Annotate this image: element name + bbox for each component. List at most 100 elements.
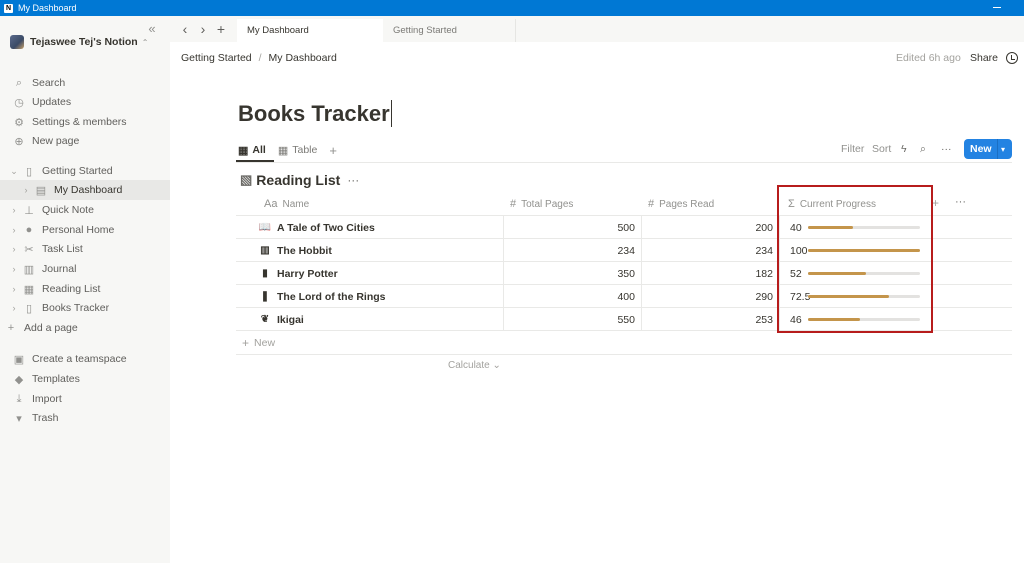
more-options-icon[interactable]: ··· bbox=[955, 196, 966, 208]
book-name: A Tale of Two Cities bbox=[277, 221, 375, 234]
gear-icon: ⚙ bbox=[14, 116, 24, 129]
cell-name[interactable]: ▥ The Hobbit bbox=[236, 239, 503, 262]
chevron-right-icon[interactable]: › bbox=[8, 284, 20, 294]
automation-bolt-icon[interactable]: ϟ bbox=[901, 143, 907, 155]
clock-icon: ◷ bbox=[14, 96, 24, 109]
new-record-button[interactable]: New ▾ bbox=[964, 139, 1012, 159]
chevron-down-icon[interactable]: ⌄ bbox=[8, 166, 20, 177]
import-icon: ⤓ bbox=[16, 392, 22, 405]
sort-button[interactable]: Sort bbox=[872, 143, 891, 155]
sidebar-item-label: Personal Home bbox=[42, 224, 115, 236]
sidebar-templates[interactable]: ◆ Templates bbox=[0, 369, 170, 389]
sidebar-import[interactable]: ⤓ Import bbox=[0, 389, 170, 409]
tab-getting-started[interactable]: Getting Started bbox=[383, 19, 516, 42]
column-header-label: Pages Read bbox=[659, 198, 715, 210]
page-icon: ▯ bbox=[25, 302, 33, 315]
filter-button[interactable]: Filter bbox=[841, 143, 864, 155]
open-book-icon: 📖 bbox=[258, 222, 272, 233]
view-tab-label: All bbox=[252, 144, 266, 156]
column-header-pages-read[interactable]: # Pages Read bbox=[648, 198, 714, 210]
sidebar-item-task-list[interactable]: › ✂ Task List bbox=[0, 239, 170, 259]
cell-pages-read[interactable]: 234 bbox=[641, 239, 779, 262]
view-tab-table[interactable]: ▦ Table bbox=[278, 141, 318, 159]
text-property-icon: Aa bbox=[264, 198, 278, 210]
new-tab-icon[interactable]: + bbox=[214, 21, 228, 37]
cell-name[interactable]: ❚ The Lord of the Rings bbox=[236, 285, 503, 308]
sidebar-trash[interactable]: ▾ Trash bbox=[0, 408, 170, 428]
breadcrumb-item-getting-started[interactable]: Getting Started bbox=[181, 52, 252, 64]
sidebar-item-journal[interactable]: › ▥ Journal bbox=[0, 259, 170, 279]
breadcrumb-item-my-dashboard[interactable]: My Dashboard bbox=[269, 52, 337, 64]
share-button[interactable]: Share bbox=[970, 52, 998, 64]
cell-name[interactable]: ▮ Harry Potter bbox=[236, 262, 503, 285]
calculate-button[interactable]: Calculate ⌄ bbox=[448, 360, 501, 371]
number-property-icon: # bbox=[510, 198, 517, 210]
add-view-icon[interactable]: + bbox=[329, 143, 337, 158]
cell-total-pages[interactable]: 400 bbox=[503, 285, 641, 308]
cell-name[interactable]: ❦ Ikigai bbox=[236, 308, 503, 331]
forward-arrow-icon[interactable]: › bbox=[196, 21, 210, 37]
chevron-right-icon[interactable]: › bbox=[20, 185, 32, 195]
history-icon[interactable] bbox=[1006, 52, 1018, 64]
highlight-box bbox=[777, 185, 933, 333]
chevron-right-icon[interactable]: › bbox=[8, 225, 20, 235]
sidebar-search[interactable]: ⌕ Search bbox=[0, 73, 170, 93]
table-icon: ▦ bbox=[277, 144, 289, 157]
sidebar-item-personal-home[interactable]: › ● Personal Home bbox=[0, 220, 170, 240]
page-title[interactable]: Books Tracker bbox=[238, 100, 392, 127]
chevron-down-icon[interactable]: ▾ bbox=[998, 145, 1005, 154]
column-header-total-pages[interactable]: # Total Pages bbox=[510, 198, 573, 210]
chevron-right-icon[interactable]: › bbox=[8, 205, 20, 215]
number-property-icon: # bbox=[648, 198, 655, 210]
sidebar-settings[interactable]: ⚙ Settings & members bbox=[0, 112, 170, 132]
cell-total-pages[interactable]: 350 bbox=[503, 262, 641, 285]
sidebar-new-page[interactable]: ⊕ New page bbox=[0, 131, 170, 151]
search-icon[interactable]: ⌕ bbox=[920, 143, 926, 156]
cell-total-pages[interactable]: 500 bbox=[503, 216, 641, 239]
cell-pages-read[interactable]: 182 bbox=[641, 262, 779, 285]
sidebar-item-quick-note[interactable]: › ⊥ Quick Note bbox=[0, 200, 170, 220]
sidebar-item-label: Reading List bbox=[42, 283, 101, 295]
cell-total-pages[interactable]: 234 bbox=[503, 239, 641, 262]
more-options-icon[interactable]: ··· bbox=[347, 173, 359, 187]
new-row-button[interactable]: + New bbox=[236, 332, 1012, 355]
cell-name[interactable]: 📖 A Tale of Two Cities bbox=[236, 216, 503, 239]
database-icon: ▧ bbox=[240, 172, 253, 187]
tab-my-dashboard[interactable]: My Dashboard bbox=[237, 19, 383, 42]
sidebar-item-getting-started[interactable]: ⌄ ▯ Getting Started bbox=[0, 161, 170, 181]
more-options-icon[interactable]: ··· bbox=[941, 143, 952, 155]
back-arrow-icon[interactable]: ‹ bbox=[178, 21, 192, 37]
sidebar-item-books-tracker[interactable]: › ▯ Books Tracker bbox=[0, 298, 170, 318]
sidebar-item-label: New page bbox=[32, 135, 80, 147]
column-header-name[interactable]: Aa Name bbox=[264, 198, 309, 210]
sidebar-item-reading-list[interactable]: › ▦ Reading List bbox=[0, 279, 170, 299]
add-property-icon[interactable]: + bbox=[932, 196, 939, 210]
breadcrumb-separator: / bbox=[258, 52, 262, 64]
sidebar-item-label: Getting Started bbox=[42, 165, 113, 177]
database-title[interactable]: ▧ Reading List ··· bbox=[240, 172, 359, 188]
cell-pages-read[interactable]: 290 bbox=[641, 285, 779, 308]
sidebar-item-my-dashboard[interactable]: › ▤ My Dashboard bbox=[0, 180, 170, 200]
sidebar-updates[interactable]: ◷ Updates bbox=[0, 92, 170, 112]
book-icon: ▥ bbox=[23, 263, 35, 276]
chevron-down-icon: ⌄ bbox=[492, 360, 501, 371]
cell-pages-read[interactable]: 253 bbox=[641, 308, 779, 331]
templates-icon: ◆ bbox=[14, 373, 24, 386]
workspace-switcher[interactable]: Tejaswee Tej's Notion ⌃ bbox=[10, 34, 148, 50]
view-tab-all[interactable]: ▦ All bbox=[238, 141, 266, 159]
cell-pages-read[interactable]: 200 bbox=[641, 216, 779, 239]
view-tabs: ▦ All ▦ Table + bbox=[238, 141, 337, 159]
chevron-right-icon[interactable]: › bbox=[8, 303, 20, 313]
chevron-updown-icon: ⌃ bbox=[141, 37, 149, 47]
chevron-right-icon[interactable]: › bbox=[8, 264, 20, 274]
cell-total-pages[interactable]: 550 bbox=[503, 308, 641, 331]
sidebar-create-teamspace[interactable]: ▣ Create a teamspace bbox=[0, 349, 170, 369]
book-name: Harry Potter bbox=[277, 267, 338, 280]
collapse-sidebar-icon[interactable]: « bbox=[145, 21, 159, 36]
chevron-right-icon[interactable]: › bbox=[8, 244, 20, 254]
minimize-button[interactable] bbox=[992, 2, 1002, 12]
text-caret bbox=[390, 100, 392, 127]
new-button-label: New bbox=[970, 143, 992, 155]
sidebar-add-page[interactable]: + Add a page bbox=[0, 318, 170, 338]
tab-label: Getting Started bbox=[393, 25, 457, 36]
